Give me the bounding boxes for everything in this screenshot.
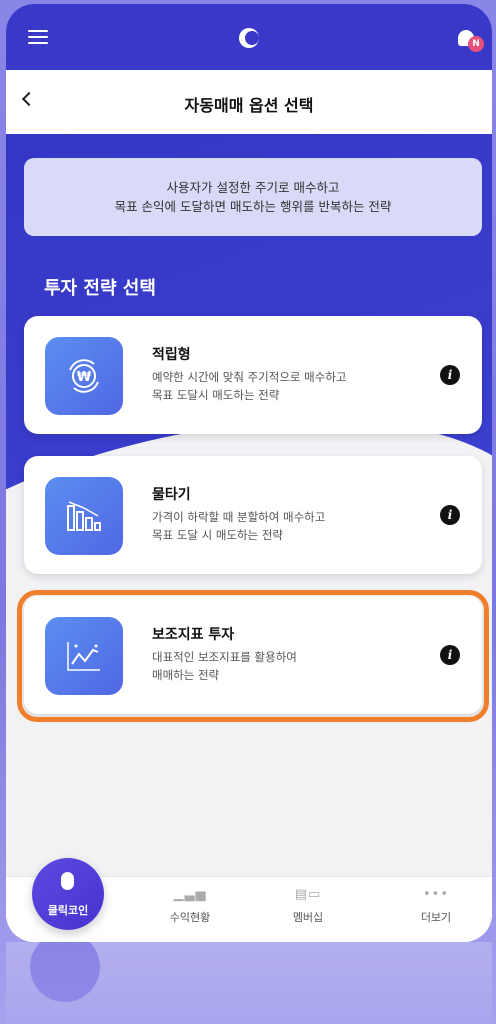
descending-bars-icon bbox=[45, 477, 123, 555]
bar-chart-icon: ▁▃▅ bbox=[173, 887, 207, 902]
strategy-card-averaging-down[interactable]: 물타기 가격이 하락할 때 분할하여 매수하고 목표 도달 시 매도하는 전략 … bbox=[24, 456, 482, 574]
nav-item-profit[interactable]: ▁▃▅ 수익현황 bbox=[150, 887, 230, 925]
nav-item-more[interactable]: ••• 더보기 bbox=[396, 887, 476, 925]
menu-icon[interactable] bbox=[28, 30, 48, 44]
fab-label: 클릭코인 bbox=[47, 904, 89, 917]
nav-label: 더보기 bbox=[420, 911, 452, 924]
page-title: 자동매매 옵션 선택 bbox=[184, 96, 314, 115]
membership-icon: ▤▭ bbox=[294, 887, 322, 902]
strategy-desc-line-1: 가격이 하락할 때 분할하여 매수하고 bbox=[152, 510, 326, 524]
more-dots-icon: ••• bbox=[422, 887, 449, 902]
app-screen: N 자동매매 옵션 선택 사용자가 설정한 주기로 매수하고 목표 손익에 도달… bbox=[6, 4, 492, 942]
won-cycle-icon: ₩ bbox=[45, 337, 123, 415]
strategy-desc: 예약한 시간에 맞춰 주기적으로 매수하고 목표 도달시 매도하는 전략 bbox=[152, 368, 432, 404]
strategy-desc: 가격이 하락할 때 분할하여 매수하고 목표 도달 시 매도하는 전략 bbox=[152, 508, 432, 544]
logo-icon bbox=[239, 28, 259, 48]
mouse-icon bbox=[61, 872, 74, 890]
strategy-desc-line-1: 예약한 시간에 맞춰 주기적으로 매수하고 bbox=[152, 370, 347, 384]
info-icon[interactable]: i bbox=[440, 505, 460, 525]
strategy-title: 물타기 bbox=[152, 487, 191, 503]
info-icon[interactable]: i bbox=[440, 365, 460, 385]
svg-text:₩: ₩ bbox=[77, 370, 92, 385]
selection-highlight bbox=[17, 590, 489, 722]
device-reflection bbox=[6, 942, 492, 1024]
nav-item-membership[interactable]: ▤▭ 멤버십 bbox=[268, 887, 348, 925]
strategy-desc-line-2: 목표 도달 시 매도하는 전략 bbox=[152, 528, 284, 542]
nav-label: 멤버십 bbox=[292, 911, 324, 924]
notification-badge: N bbox=[468, 36, 484, 52]
section-title: 투자 전략 선택 bbox=[44, 278, 156, 299]
strategy-description-box: 사용자가 설정한 주기로 매수하고 목표 손익에 도달하면 매도하는 행위를 반… bbox=[24, 158, 482, 236]
top-bar: N bbox=[6, 4, 492, 70]
description-line-1: 사용자가 설정한 주기로 매수하고 bbox=[166, 180, 340, 195]
strategy-card-accumulate[interactable]: ₩ 적립형 예약한 시간에 맞춰 주기적으로 매수하고 목표 도달시 매도하는 … bbox=[24, 316, 482, 434]
sub-header: 자동매매 옵션 선택 bbox=[6, 70, 492, 134]
description-line-2: 목표 손익에 도달하면 매도하는 행위를 반복하는 전략 bbox=[114, 199, 392, 214]
notification-bell-icon[interactable]: N bbox=[458, 30, 484, 52]
strategy-desc-line-2: 목표 도달시 매도하는 전략 bbox=[152, 388, 280, 402]
strategy-title: 적립형 bbox=[152, 347, 191, 363]
nav-label: 수익현황 bbox=[169, 911, 211, 924]
click-coin-fab[interactable]: 클릭코인 bbox=[32, 858, 104, 930]
